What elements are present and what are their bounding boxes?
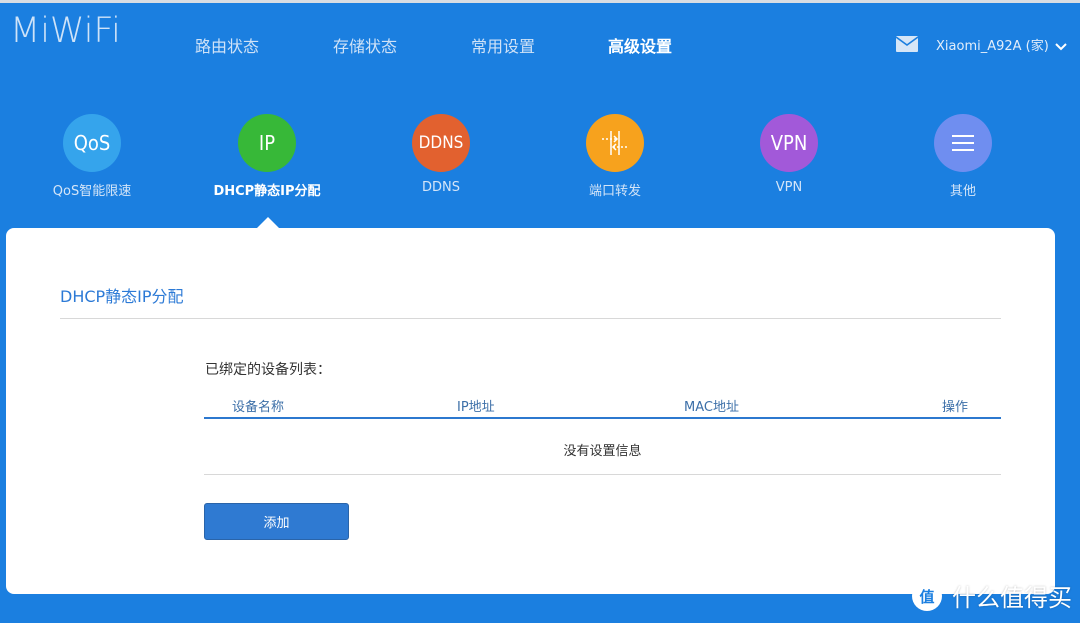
add-button[interactable]: 添加 [204,503,349,540]
tool-dhcp-static-ip[interactable]: IP DHCP静态IP分配 [192,114,342,199]
content-panel: DHCP静态IP分配 已绑定的设备列表： 设备名称 IP地址 MAC地址 操作 … [6,228,1055,594]
bound-device-list-title: 已绑定的设备列表： [205,362,331,378]
tool-label-other: 其他 [949,184,976,199]
nav-item-router-status[interactable]: 路由状态 [195,33,259,57]
tool-label-port-forwarding: 端口转发 [588,184,641,199]
divider [60,318,1001,319]
router-name: Xiaomi_A92A (家) [936,39,1049,54]
column-actions: 操作 [942,400,969,415]
miwifi-logo: MiWiFi [10,11,121,51]
tool-vpn[interactable]: VPN VPN [714,114,864,195]
tool-ddns[interactable]: DDNS DDNS [366,114,516,195]
watermark-text: 什么值得买 [952,584,1072,612]
table-header-divider [204,417,1001,419]
tool-port-forwarding[interactable]: 端口转发 [540,114,690,199]
menu-icon [934,114,992,172]
column-ip-address: IP地址 [457,400,495,415]
window-top-border [0,0,1080,3]
tool-label-ddns: DDNS [422,180,460,195]
tool-label-dhcp: DHCP静态IP分配 [213,184,321,199]
vpn-icon: VPN [760,114,818,172]
panel-title: DHCP静态IP分配 [60,287,184,306]
chevron-down-icon [1055,42,1067,50]
mail-icon[interactable] [896,36,918,52]
router-account-menu[interactable]: Xiaomi_A92A (家) [936,35,1067,54]
watermark: 值 什么值得买 [910,578,1072,613]
tool-other[interactable]: 其他 [888,114,1038,199]
nav-item-advanced-settings[interactable]: 高级设置 [608,33,672,57]
nav-item-common-settings[interactable]: 常用设置 [471,33,535,57]
nav-item-storage-status[interactable]: 存储状态 [333,33,397,57]
ip-icon: IP [238,114,296,172]
column-device-name: 设备名称 [232,400,285,415]
tool-label-vpn: VPN [775,180,803,195]
smzdm-logo-icon: 值 [912,580,942,611]
ddns-icon: DDNS [412,114,470,172]
column-mac-address: MAC地址 [684,400,739,415]
empty-table-message: 没有设置信息 [563,444,642,459]
table-row-divider [204,474,1001,475]
tool-label-qos: QoS智能限速 [52,184,132,199]
svg-text:值: 值 [919,588,934,606]
active-tab-pointer [257,217,279,228]
qos-icon: QoS [63,114,121,172]
port-forward-icon [586,114,644,172]
tool-qos[interactable]: QoS QoS智能限速 [17,114,167,199]
